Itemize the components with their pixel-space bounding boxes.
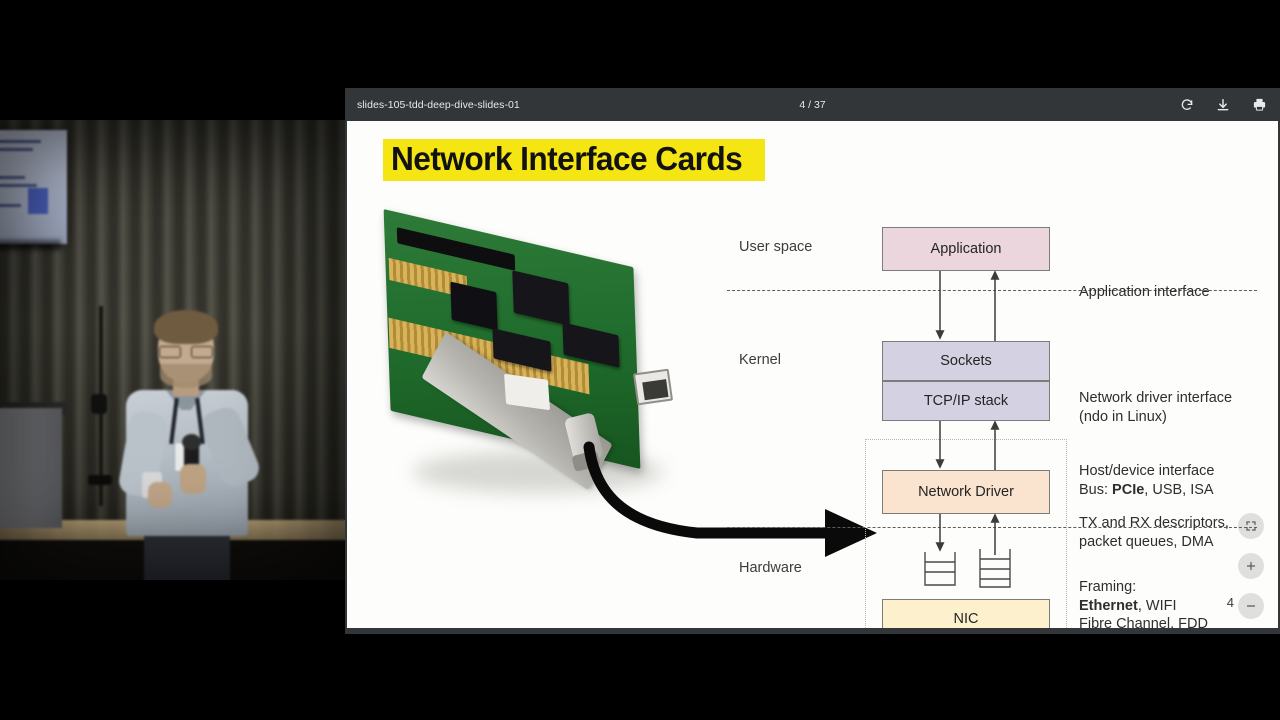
video-vignette — [0, 120, 345, 580]
note-framing-line1: Framing: — [1079, 579, 1137, 595]
bus-bold: PCIe — [1112, 481, 1145, 498]
note-txrx-line2: packet queues, DMA — [1079, 533, 1214, 550]
pdf-viewer: slides-105-tdd-deep-dive-slides-01 4 / 3… — [345, 88, 1280, 634]
framing-rest: , WIFI — [1137, 597, 1177, 614]
zoom-in-icon[interactable] — [1238, 553, 1264, 579]
bus-rest: , USB, ISA — [1144, 481, 1214, 498]
note-network-driver-interface: Network driver interface (ndo in Linux) — [1079, 389, 1232, 426]
slide-title-text: Network Interface Cards — [391, 140, 743, 177]
slide-page[interactable]: Network Interface Cards User space Kerne… — [347, 121, 1278, 628]
rj45-port — [632, 368, 674, 406]
print-icon[interactable] — [1250, 96, 1268, 114]
rj45-port-opening — [642, 379, 669, 401]
video-pane[interactable] — [0, 0, 345, 720]
toolbar-actions — [1178, 96, 1268, 114]
video-frame[interactable] — [0, 120, 345, 580]
bus-prefix: Bus: — [1079, 481, 1113, 498]
zoom-controls — [1238, 513, 1264, 619]
note-driver-line1: Network driver interface — [1079, 390, 1233, 406]
viewer-toolbar: slides-105-tdd-deep-dive-slides-01 4 / 3… — [345, 88, 1280, 121]
fit-screen-icon[interactable] — [1238, 513, 1264, 539]
tx-descriptor-queue-icon — [924, 552, 956, 586]
framing-bold: Ethernet — [1079, 597, 1138, 614]
note-framing: Framing: Ethernet, WIFI Fibre Channel, F… — [1079, 578, 1208, 628]
note-host-line1: Host/device interface — [1079, 463, 1215, 479]
note-application-interface: Application interface — [1079, 284, 1210, 300]
note-bus-line: Bus: PCIe, USB, ISA — [1079, 481, 1214, 500]
zoom-out-icon[interactable] — [1238, 593, 1264, 619]
rotate-icon[interactable] — [1178, 96, 1196, 114]
note-driver-line2: (ndo in Linux) — [1079, 408, 1167, 425]
note-framing-line3: Fibre Channel, FDD — [1079, 616, 1208, 628]
note-txrx-line1: TX and RX descriptors, — [1079, 515, 1229, 531]
white-connector — [504, 373, 550, 411]
screen-root: slides-105-tdd-deep-dive-slides-01 4 / 3… — [0, 0, 1280, 720]
note-framing-line2: Ethernet, WIFI — [1079, 597, 1208, 616]
slide-page-number: 4 — [1226, 595, 1234, 610]
document-title: slides-105-tdd-deep-dive-slides-01 — [357, 98, 520, 111]
download-icon[interactable] — [1214, 96, 1232, 114]
note-tx-rx-descriptors: TX and RX descriptors, packet queues, DM… — [1079, 514, 1229, 551]
note-host-device-interface: Host/device interface Bus: PCIe, USB, IS… — [1079, 462, 1214, 499]
slide-title: Network Interface Cards — [383, 139, 765, 181]
